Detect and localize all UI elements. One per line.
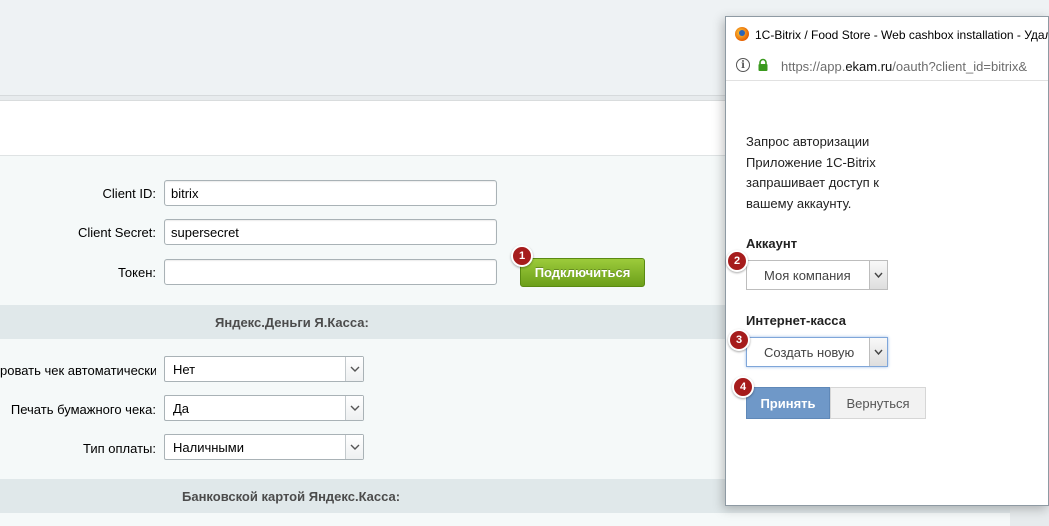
connect-button[interactable]: Подключиться (520, 258, 645, 287)
section-yandex-money-title: Яндекс.Деньги Я.Касса: (215, 315, 369, 330)
chevron-down-icon (345, 357, 363, 381)
paper-receipt-value: Да (173, 401, 190, 416)
auth-title: Запрос авторизации (746, 134, 870, 149)
info-icon[interactable]: i (736, 58, 750, 72)
chevron-down-icon (345, 435, 363, 459)
account-select[interactable]: Моя компания (746, 260, 888, 290)
firefox-icon (735, 27, 749, 41)
popup-url[interactable]: https://app.ekam.ru/oauth?client_id=bitr… (781, 59, 1027, 74)
token-label: Токен: (117, 265, 156, 280)
payment-type-select[interactable]: Наличными (164, 434, 364, 460)
payment-type-label: Тип оплаты: (83, 441, 156, 456)
url-domain: ekam.ru (845, 59, 893, 74)
step-badge-3: 3 (728, 329, 750, 351)
step-badge-4: 4 (732, 376, 754, 398)
client-id-input[interactable] (164, 180, 497, 206)
account-label: Аккаунт (746, 236, 798, 251)
cashbox-label: Интернет-касса (746, 313, 846, 328)
auth-request-text: Запрос авторизации Приложение 1C-Bitrix … (746, 132, 896, 214)
oauth-popup-window: 1C-Bitrix / Food Store - Web cashbox ins… (725, 16, 1049, 506)
chevron-down-icon (869, 338, 887, 366)
url-prefix: https://app. (781, 59, 846, 74)
account-value: Моя компания (764, 268, 851, 283)
step-badge-2: 2 (726, 250, 748, 272)
url-suffix: /oauth?client_id=bitrix& (892, 59, 1028, 74)
chevron-down-icon (345, 396, 363, 420)
chevron-down-icon (869, 261, 887, 289)
accept-button[interactable]: Принять (746, 387, 830, 419)
back-button[interactable]: Вернуться (830, 387, 926, 419)
token-input[interactable] (164, 259, 497, 285)
popup-title-bar: 1C-Bitrix / Food Store - Web cashbox ins… (726, 17, 1049, 51)
popup-url-bar[interactable]: i https://app.ekam.ru/oauth?client_id=bi… (726, 51, 1048, 81)
client-secret-input[interactable] (164, 219, 497, 245)
paper-receipt-select[interactable]: Да (164, 395, 364, 421)
client-secret-label: Client Secret: (77, 225, 156, 240)
section-bank-card-title: Банковской картой Яндекс.Касса: (182, 489, 401, 504)
lock-icon[interactable] (756, 58, 770, 72)
auth-message: Приложение 1C-Bitrix запрашивает доступ … (746, 154, 879, 211)
paper-receipt-label: Печать бумажного чека: (10, 402, 156, 417)
auto-receipt-value: Нет (173, 362, 196, 377)
step-badge-1: 1 (511, 245, 533, 267)
cashbox-select[interactable]: Создать новую (746, 337, 888, 367)
cashbox-value: Создать новую (764, 345, 855, 360)
auto-receipt-label: ровать чек автоматически: (0, 363, 156, 378)
payment-type-value: Наличными (173, 440, 244, 455)
auto-receipt-select[interactable]: Нет (164, 356, 364, 382)
popup-window-title: 1C-Bitrix / Food Store - Web cashbox ins… (755, 28, 1049, 42)
client-id-label: Client ID: (102, 186, 156, 201)
